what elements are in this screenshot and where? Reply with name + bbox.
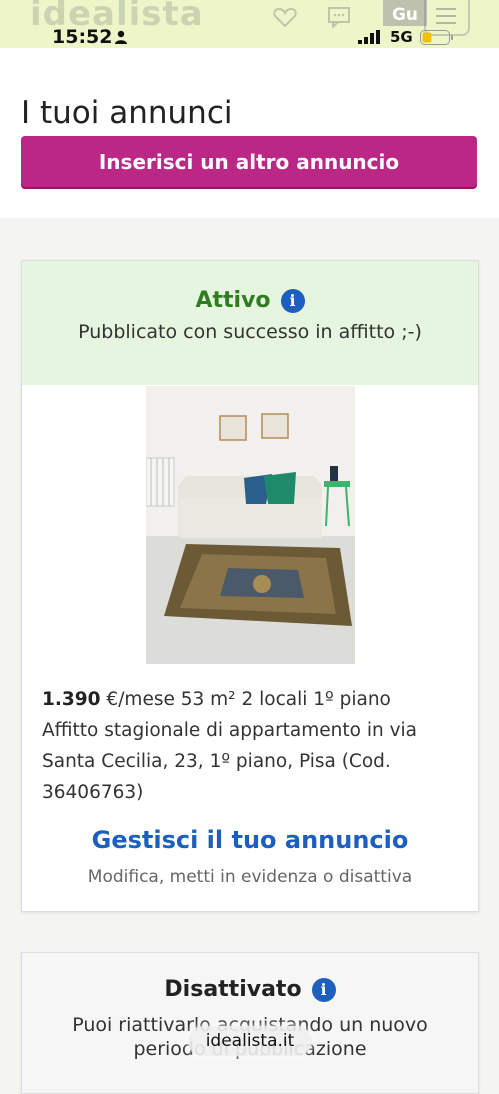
- chat-icon[interactable]: [326, 6, 352, 28]
- page-title: I tuoi annunci: [21, 94, 233, 131]
- listing-price: 1.390: [42, 689, 101, 710]
- user-avatar[interactable]: Gu: [383, 0, 427, 26]
- status-banner: Attivo i Pubblicato con successo in affit…: [22, 261, 478, 385]
- status-label: Attivo: [195, 288, 271, 313]
- manage-listing-link[interactable]: Gestisci il tuo annuncio: [22, 826, 478, 854]
- status-label-deactivated: Disattivato: [164, 977, 302, 1002]
- add-listing-button[interactable]: Inserisci un altro annuncio: [21, 136, 477, 187]
- status-time: 15:52: [52, 26, 113, 48]
- battery-icon: [420, 30, 453, 45]
- url-toast: idealista.it: [188, 1026, 312, 1056]
- listing-card: Attivo i Pubblicato con successo in affit…: [21, 260, 479, 912]
- listing-info: 1.390 €/mese 53 m² 2 locali 1º piano Aff…: [42, 684, 462, 808]
- listing-photo[interactable]: [146, 386, 355, 664]
- manage-listing-subtitle: Modifica, metti in evidenza o disattiva: [87, 867, 413, 887]
- network-label: 5G: [390, 28, 413, 46]
- status-message: Pubblicato con successo in affitto ;-): [78, 321, 422, 343]
- browser-top-bar: idealista Gu 15:52 5G: [0, 0, 499, 48]
- deactivated-listing-card: Disattivato i Puoi riattivarlo acquistand…: [21, 952, 479, 1094]
- info-icon[interactable]: i: [280, 288, 305, 313]
- listing-description: Affitto stagionale di appartamento in vi…: [42, 720, 418, 803]
- person-icon: [115, 30, 127, 44]
- heart-icon[interactable]: [272, 6, 298, 28]
- info-icon[interactable]: i: [311, 977, 336, 1002]
- page-header-area: [0, 48, 499, 218]
- listing-details: €/mese 53 m² 2 locali 1º piano: [106, 689, 391, 710]
- signal-icon: [358, 30, 380, 44]
